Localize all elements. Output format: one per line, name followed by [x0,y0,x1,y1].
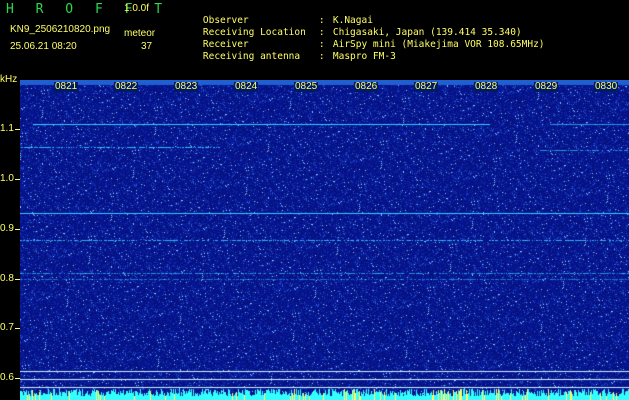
time-tick-label: 0830 [594,81,619,92]
time-tick-label: 0821 [54,81,79,92]
time-tick-label: 0825 [294,81,319,92]
datetime-label: 25.06.21 08:20 [10,41,77,52]
meteor-counter-label: meteor [124,28,156,39]
y-tick-label: 1.0 [0,173,14,184]
header-panel: H R O F F T 1.0.0f KN9_2506210820.png 25… [0,0,629,78]
time-tick-label: 0828 [474,81,499,92]
time-tick-label: 0826 [354,81,379,92]
y-tick-label: 0.9 [0,223,14,234]
time-tick-label: 0827 [414,81,439,92]
time-tick-label: 0823 [174,81,199,92]
version-label: 1.0.0f [124,3,150,14]
y-tick-label: 0.8 [0,273,14,284]
meta-antenna: Receiving antenna: Maspro FM-3 [202,51,396,62]
spectrogram [20,80,629,400]
y-axis-unit: kHz [0,74,18,85]
time-tick-label: 0822 [114,81,139,92]
time-tick-label: 0824 [234,81,259,92]
y-tick-label: 1.1 [0,123,14,134]
filename-label: KN9_2506210820.png [10,24,111,35]
y-tick-label: 0.6 [0,372,14,383]
meteor-counter-value: 37 [141,41,153,52]
time-tick-label: 0829 [534,81,559,92]
y-tick-label: 0.7 [0,322,14,333]
